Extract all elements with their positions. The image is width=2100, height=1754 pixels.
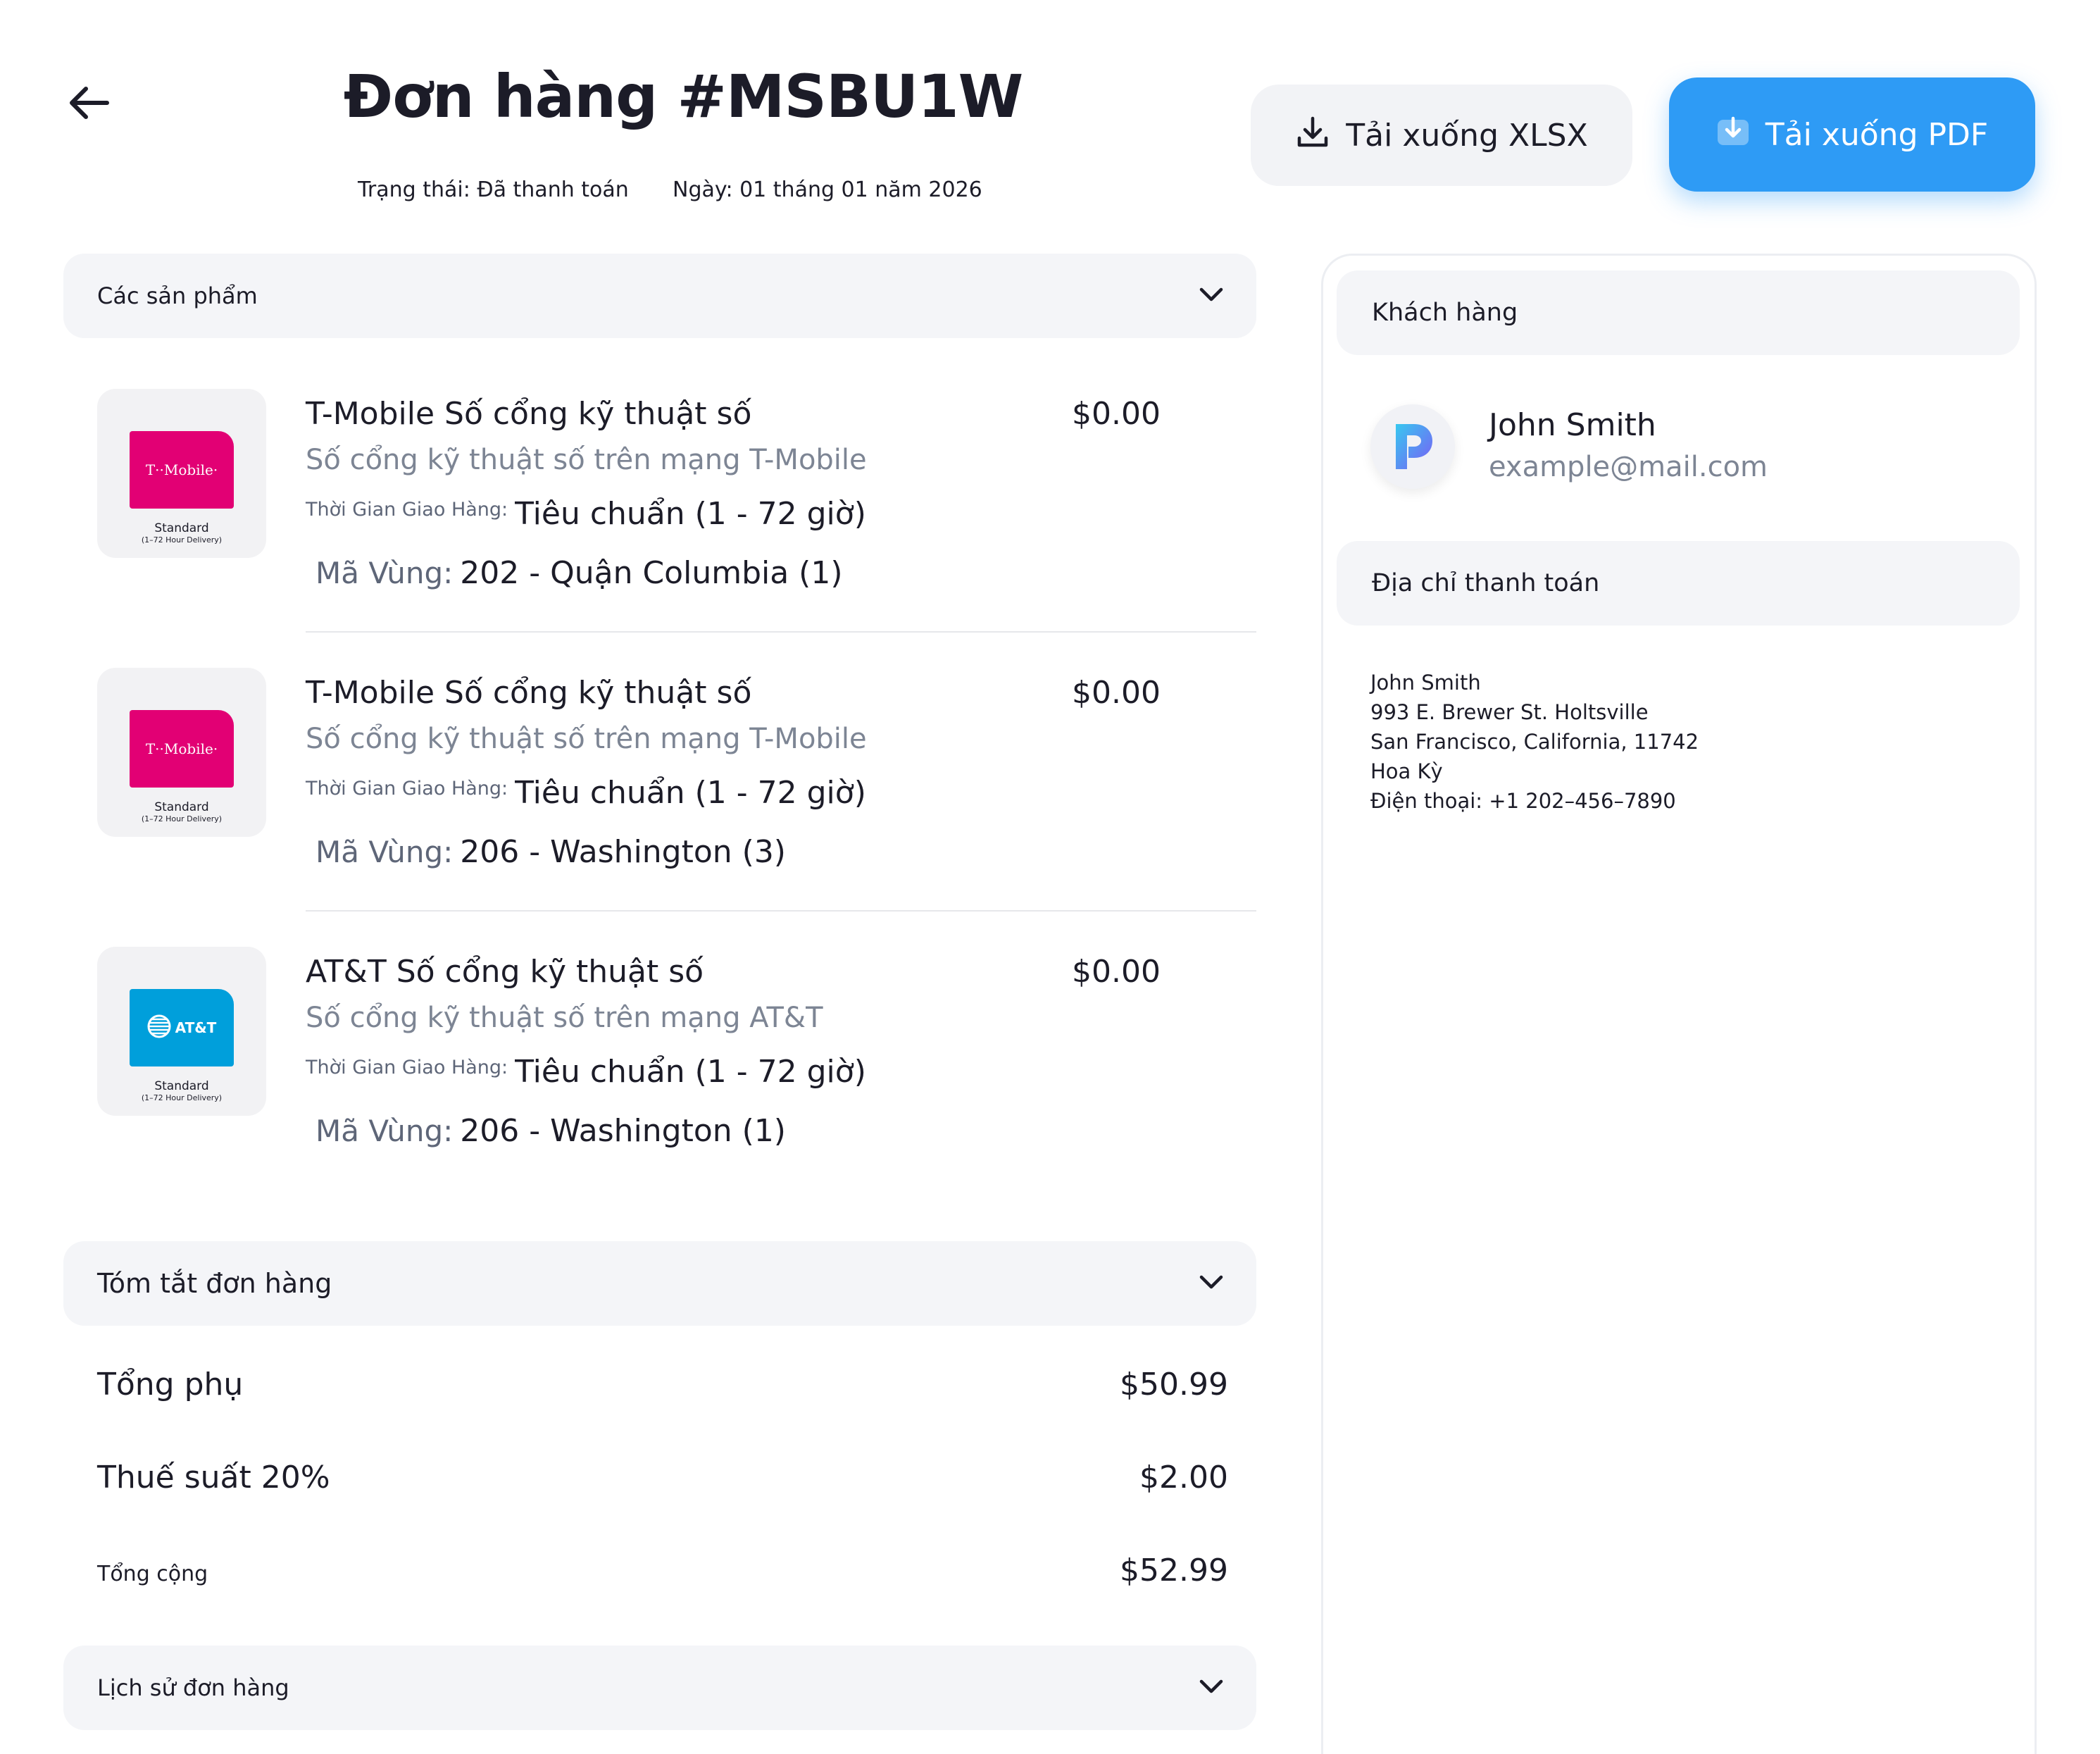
delivery-value: Tiêu chuẩn (1 - 72 giờ)	[515, 496, 866, 532]
area-code-value: 206 - Washington (1)	[460, 1113, 786, 1149]
page-title: Đơn hàng #MSBU1W	[343, 62, 1024, 131]
product-name: T-Mobile Số cổng kỹ thuật số	[306, 675, 752, 711]
sim-standard-label: Standard	[154, 521, 209, 535]
history-section-header[interactable]: Lịch sử đơn hàng	[63, 1646, 1256, 1730]
product-item: T··Mobile· Standard (1–72 Hour Delivery)…	[97, 389, 1256, 668]
order-detail-page: Đơn hàng #MSBU1W Trạng thái: Đã thanh to…	[0, 0, 2100, 1754]
subtotal-value: $50.99	[1120, 1367, 1228, 1402]
area-code-value: 202 - Quận Columbia (1)	[460, 555, 843, 591]
product-item: T··Mobile· Standard (1–72 Hour Delivery)…	[97, 668, 1256, 947]
area-code-label: Mã Vùng:	[315, 1114, 454, 1148]
product-delivery: Thời Gian Giao Hàng: Tiêu chuẩn (1 - 72 g…	[306, 1054, 866, 1090]
tax-row: Thuế suất 20% $2.00	[97, 1460, 1228, 1495]
area-code-label: Mã Vùng:	[315, 835, 454, 869]
download-xlsx-label: Tải xuống XLSX	[1346, 117, 1588, 154]
area-code-label: Mã Vùng:	[315, 556, 454, 590]
globe-icon	[147, 1014, 171, 1042]
product-name: T-Mobile Số cổng kỹ thuật số	[306, 396, 752, 432]
sim-card-att: AT&T	[130, 989, 234, 1066]
delivery-label: Thời Gian Giao Hàng:	[306, 778, 508, 800]
product-image: AT&T Standard (1–72 Hour Delivery)	[97, 947, 266, 1116]
chevron-down-icon[interactable]	[1199, 286, 1224, 306]
product-delivery: Thời Gian Giao Hàng: Tiêu chuẩn (1 - 72 g…	[306, 496, 866, 532]
total-label: Tổng cộng	[97, 1562, 208, 1586]
back-arrow-icon[interactable]	[66, 83, 111, 123]
billing-address: John Smith 993 E. Brewer St. Holtsville …	[1370, 668, 1699, 816]
brand-logo-icon	[1386, 417, 1439, 476]
avatar	[1370, 404, 1455, 489]
product-image: T··Mobile· Standard (1–72 Hour Delivery)	[97, 389, 266, 558]
subtotal-label: Tổng phụ	[97, 1367, 244, 1402]
products-section-header[interactable]: Các sản phẩm	[63, 254, 1256, 338]
total-row: Tổng cộng $52.99	[97, 1553, 1228, 1588]
customer-email: example@mail.com	[1489, 451, 1768, 483]
sim-card-tmobile: T··Mobile·	[130, 710, 234, 788]
sim-delivery-label: (1–72 Hour Delivery)	[141, 1093, 223, 1102]
customer-section-header: Khách hàng	[1337, 270, 2020, 355]
product-area-code: Mã Vùng: 206 - Washington (1)	[315, 1113, 786, 1149]
product-price: $0.00	[1072, 675, 1161, 711]
tax-value: $2.00	[1139, 1460, 1228, 1495]
history-section-title: Lịch sử đơn hàng	[97, 1674, 289, 1701]
product-price: $0.00	[1072, 954, 1161, 990]
customer-name: John Smith	[1489, 407, 1656, 443]
order-status: Trạng thái: Đã thanh toán	[358, 178, 629, 202]
area-code-value: 206 - Washington (3)	[460, 834, 786, 870]
address-line: John Smith	[1370, 671, 1481, 695]
sim-delivery-label: (1–72 Hour Delivery)	[141, 535, 223, 545]
product-image: T··Mobile· Standard (1–72 Hour Delivery)	[97, 668, 266, 837]
download-icon	[1716, 114, 1750, 156]
billing-section-header: Địa chỉ thanh toán	[1337, 541, 2020, 626]
product-delivery: Thời Gian Giao Hàng: Tiêu chuẩn (1 - 72 g…	[306, 775, 866, 811]
delivery-label: Thời Gian Giao Hàng:	[306, 499, 508, 521]
address-line: San Francisco, California, 11742	[1370, 730, 1699, 754]
order-date: Ngày: 01 tháng 01 năm 2026	[673, 178, 982, 202]
summary-section-header[interactable]: Tóm tắt đơn hàng	[63, 1241, 1256, 1326]
product-description: Số cổng kỹ thuật số trên mạng T-Mobile	[306, 723, 867, 755]
summary-section-title: Tóm tắt đơn hàng	[97, 1268, 332, 1299]
delivery-value: Tiêu chuẩn (1 - 72 giờ)	[515, 775, 866, 811]
product-item: AT&T Standard (1–72 Hour Delivery) AT&T …	[97, 947, 1256, 1226]
address-line: Hoa Kỳ	[1370, 759, 1443, 783]
divider	[306, 631, 1256, 633]
delivery-label: Thời Gian Giao Hàng:	[306, 1057, 508, 1078]
sim-delivery-label: (1–72 Hour Delivery)	[141, 814, 223, 823]
product-description: Số cổng kỹ thuật số trên mạng AT&T	[306, 1002, 823, 1034]
tax-label: Thuế suất 20%	[97, 1460, 330, 1495]
chevron-down-icon[interactable]	[1199, 1678, 1224, 1698]
download-xlsx-button[interactable]: Tải xuống XLSX	[1251, 85, 1632, 186]
delivery-value: Tiêu chuẩn (1 - 72 giờ)	[515, 1054, 866, 1090]
download-pdf-label: Tải xuống PDF	[1765, 116, 1989, 153]
divider	[306, 910, 1256, 912]
billing-section-title: Địa chỉ thanh toán	[1372, 569, 1600, 597]
customer-section-title: Khách hàng	[1372, 299, 1518, 327]
download-pdf-button[interactable]: Tải xuống PDF	[1669, 77, 2035, 192]
address-line: 993 E. Brewer St. Holtsville	[1370, 700, 1649, 724]
sim-standard-label: Standard	[154, 800, 209, 814]
subtotal-row: Tổng phụ $50.99	[97, 1367, 1228, 1402]
product-name: AT&T Số cổng kỹ thuật số	[306, 954, 704, 990]
att-brand-label: AT&T	[175, 1019, 217, 1036]
chevron-down-icon[interactable]	[1199, 1274, 1224, 1293]
product-description: Số cổng kỹ thuật số trên mạng T-Mobile	[306, 444, 867, 476]
sim-card-tmobile: T··Mobile·	[130, 431, 234, 509]
sim-standard-label: Standard	[154, 1079, 209, 1093]
address-line: Điện thoại: +1 202–456–7890	[1370, 789, 1676, 813]
products-section-title: Các sản phẩm	[97, 282, 258, 309]
product-price: $0.00	[1072, 396, 1161, 432]
product-area-code: Mã Vùng: 202 - Quận Columbia (1)	[315, 555, 843, 591]
total-value: $52.99	[1120, 1553, 1228, 1588]
product-area-code: Mã Vùng: 206 - Washington (3)	[315, 834, 786, 870]
download-icon	[1295, 114, 1330, 157]
